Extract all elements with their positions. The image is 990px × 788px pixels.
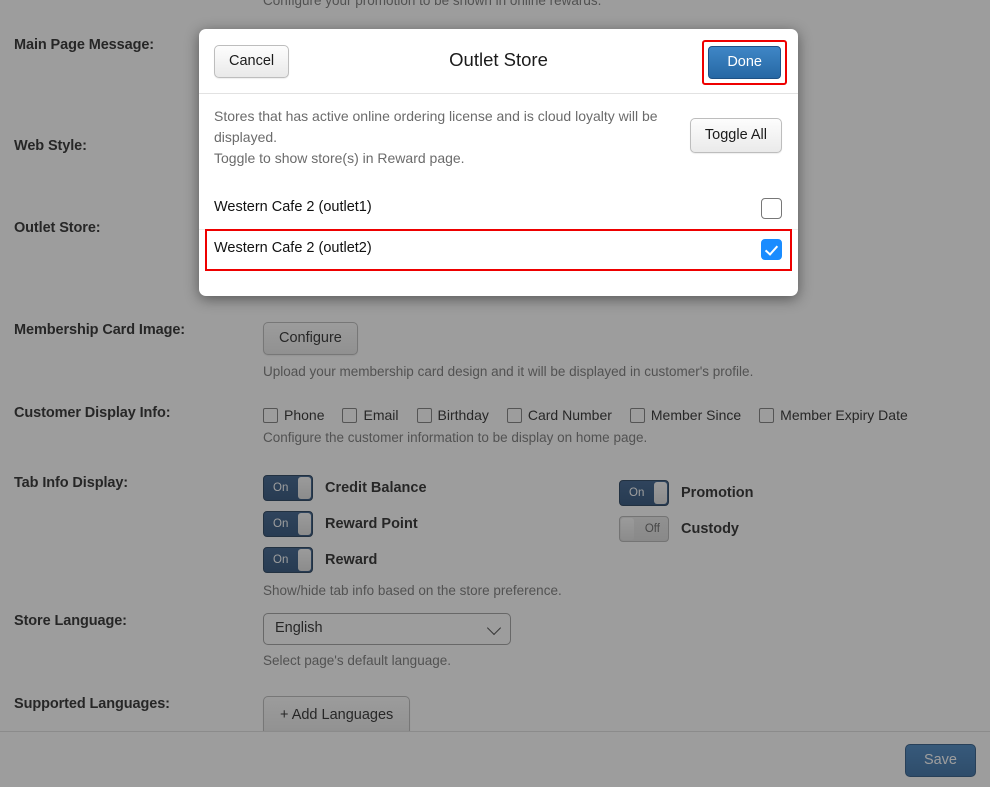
store-name: Western Cafe 2 (outlet2)	[214, 240, 372, 256]
modal-header: Cancel Outlet Store Done	[199, 29, 798, 94]
store-list: Western Cafe 2 (outlet1) Western Cafe 2 …	[199, 189, 798, 296]
modal-description: Stores that has active online ordering l…	[214, 108, 658, 166]
modal-body: Stores that has active online ordering l…	[199, 94, 798, 296]
done-button-highlight: Done	[702, 40, 787, 85]
toggle-all-button[interactable]: Toggle All	[689, 118, 782, 153]
outlet-store-modal: Cancel Outlet Store Done Stores that has…	[199, 29, 798, 296]
store-list-item[interactable]: Western Cafe 2 (outlet2)	[199, 229, 798, 271]
store-name: Western Cafe 2 (outlet1)	[214, 199, 372, 215]
done-button[interactable]: Done	[708, 46, 781, 79]
store-list-item[interactable]: Western Cafe 2 (outlet1)	[199, 189, 798, 229]
store-checkbox[interactable]	[761, 198, 782, 219]
store-checkbox[interactable]	[761, 239, 782, 260]
